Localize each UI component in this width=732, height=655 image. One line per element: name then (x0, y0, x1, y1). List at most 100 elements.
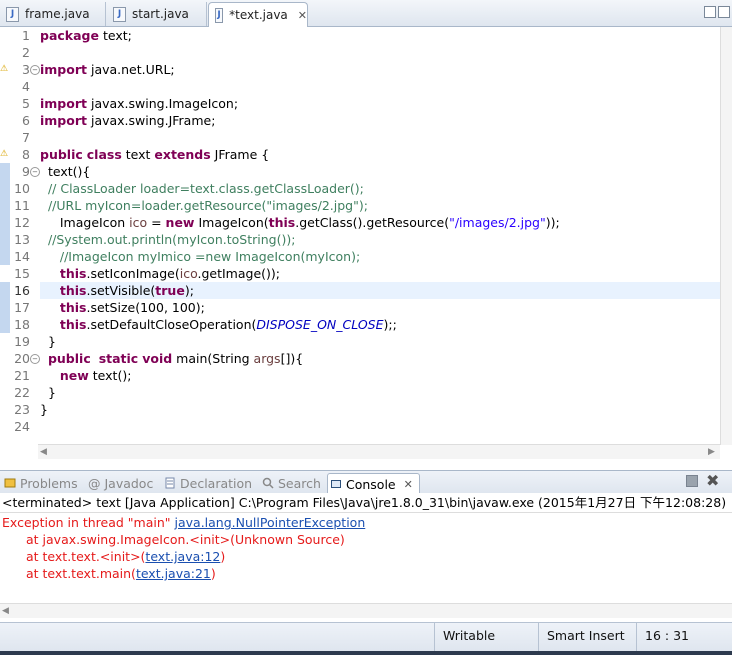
code-token: DISPOSE_ON_CLOSE (256, 317, 384, 332)
code-token: package (40, 28, 99, 43)
line-number: 24 (14, 419, 30, 434)
code-line[interactable] (40, 129, 720, 146)
minimize-button[interactable] (704, 6, 716, 18)
writable-status: Writable (434, 623, 538, 651)
tab-search[interactable]: Search (262, 473, 321, 493)
code-token: text (121, 147, 155, 162)
fold-icon[interactable]: − (30, 354, 40, 364)
code-token: text; (98, 28, 132, 43)
code-token: main(String (172, 351, 254, 366)
line-number: 11 (14, 198, 30, 213)
code-text[interactable]: package text; import java.net.URL; import … (40, 27, 720, 435)
code-line[interactable]: public static void main(String args[]){ (40, 350, 720, 367)
code-line[interactable]: //ImageIcon myImico =new ImageIcon(myIco… (40, 248, 720, 265)
code-line[interactable]: this.setIconImage(ico.getImage()); (40, 265, 720, 282)
code-token: .getImage()); (197, 266, 281, 281)
line-number: 17 (14, 300, 30, 315)
tab-start-java[interactable]: J start.java (107, 2, 207, 26)
line-number: 1 (22, 28, 30, 43)
code-token: []){ (280, 351, 304, 366)
code-line[interactable]: import javax.swing.JFrame; (40, 112, 720, 129)
code-token: ImageIcon( (194, 215, 269, 230)
remove-launch-icon[interactable]: ✖ (706, 471, 719, 491)
code-token: ico (129, 215, 148, 230)
code-token: this (59, 300, 87, 315)
source-link[interactable]: text.java:21 (136, 566, 211, 581)
tab-text-java[interactable]: J *text.java ✕ (208, 2, 308, 27)
maximize-button[interactable] (718, 6, 730, 18)
code-editor[interactable]: ⚠ ⚠ − − − 1 2 3 4 5 6 7 8 9 10 11 12 13 14 15 16 17 18 19 2… (0, 27, 732, 445)
tab-problems[interactable]: Problems (4, 473, 78, 493)
console-output[interactable]: Exception in thread "main" java.lang.Nul… (0, 514, 732, 604)
tab-javadoc[interactable]: @ Javadoc (88, 473, 153, 493)
terminate-icon[interactable] (686, 475, 698, 487)
code-line[interactable]: this.setVisible(true); (40, 282, 720, 299)
code-token: public (40, 147, 83, 162)
scroll-left-icon[interactable]: ◀ (2, 604, 9, 618)
code-line[interactable]: text(){ (40, 163, 720, 180)
java-file-icon: J (6, 6, 19, 22)
code-token: )); (545, 215, 560, 230)
line-number: 20 (14, 351, 30, 366)
code-line[interactable]: // ClassLoader loader=text.class.getClas… (40, 180, 720, 197)
fold-icon[interactable]: − (30, 65, 40, 75)
code-token: import (40, 113, 87, 128)
code-token: .setSize(100, 100); (86, 300, 205, 315)
line-number: 18 (14, 317, 30, 332)
code-line[interactable] (40, 78, 720, 95)
code-line[interactable]: } (40, 333, 720, 350)
code-line[interactable]: this.setDefaultCloseOperation(DISPOSE_ON… (40, 316, 720, 333)
line-number: 16 (14, 283, 30, 298)
tab-declaration[interactable]: Declaration (164, 473, 252, 493)
code-line[interactable]: import javax.swing.ImageIcon; (40, 95, 720, 112)
code-line[interactable] (40, 44, 720, 61)
code-line[interactable]: } (40, 384, 720, 401)
java-file-icon: J (113, 6, 126, 22)
tab-console[interactable]: Console ✕ (327, 473, 420, 494)
vertical-scrollbar[interactable] (720, 27, 732, 445)
code-token: public (47, 351, 91, 366)
code-token: .setDefaultCloseOperation( (86, 317, 257, 332)
code-token: void (142, 351, 173, 366)
code-line[interactable] (40, 418, 720, 435)
code-token: //System.out.println(myIcon.toString()); (40, 232, 296, 247)
code-line[interactable]: ImageIcon ico = new ImageIcon(this.getCl… (40, 214, 720, 231)
code-line[interactable]: //URL myIcon=loader.getResource("images/… (40, 197, 720, 214)
scroll-left-icon[interactable]: ◀ (40, 445, 47, 459)
line-number: 23 (14, 402, 30, 417)
code-token: this (59, 283, 87, 298)
close-icon[interactable]: ✕ (298, 9, 307, 22)
line-number: 22 (14, 385, 30, 400)
source-link[interactable]: text.java:12 (145, 549, 220, 564)
warning-icon[interactable]: ⚠ (0, 146, 12, 163)
tab-frame-java[interactable]: J frame.java (0, 2, 106, 26)
editor-horizontal-scrollbar[interactable]: ◀ ▶ (38, 444, 720, 459)
code-line[interactable]: package text; (40, 27, 720, 44)
exception-link[interactable]: java.lang.NullPointerException (175, 515, 366, 530)
code-token: args (253, 351, 281, 366)
tab-label: start.java (132, 7, 189, 21)
warning-icon[interactable]: ⚠ (0, 61, 12, 78)
line-number: 6 (22, 113, 30, 128)
code-token: true (155, 283, 185, 298)
console-process-label: <terminated> text [Java Application] C:\… (0, 493, 732, 513)
code-token: static (98, 351, 139, 366)
console-horizontal-scrollbar[interactable]: ◀ (0, 603, 732, 618)
code-token: ImageIcon (40, 215, 130, 230)
code-line[interactable]: } (40, 401, 720, 418)
fold-icon[interactable]: − (30, 167, 40, 177)
code-token: } (40, 334, 56, 349)
code-token: // ClassLoader loader=text.class.getClas… (40, 181, 364, 196)
code-line[interactable]: public class text extends JFrame { (40, 146, 720, 163)
code-line[interactable]: this.setSize(100, 100); (40, 299, 720, 316)
close-icon[interactable]: ✕ (404, 478, 413, 491)
code-line[interactable]: new text(); (40, 367, 720, 384)
scroll-right-icon[interactable]: ▶ (708, 445, 715, 459)
code-line[interactable]: import java.net.URL; (40, 61, 720, 78)
code-token: "/images/2.jpg" (449, 215, 546, 230)
code-line[interactable]: //System.out.println(myIcon.toString()); (40, 231, 720, 248)
